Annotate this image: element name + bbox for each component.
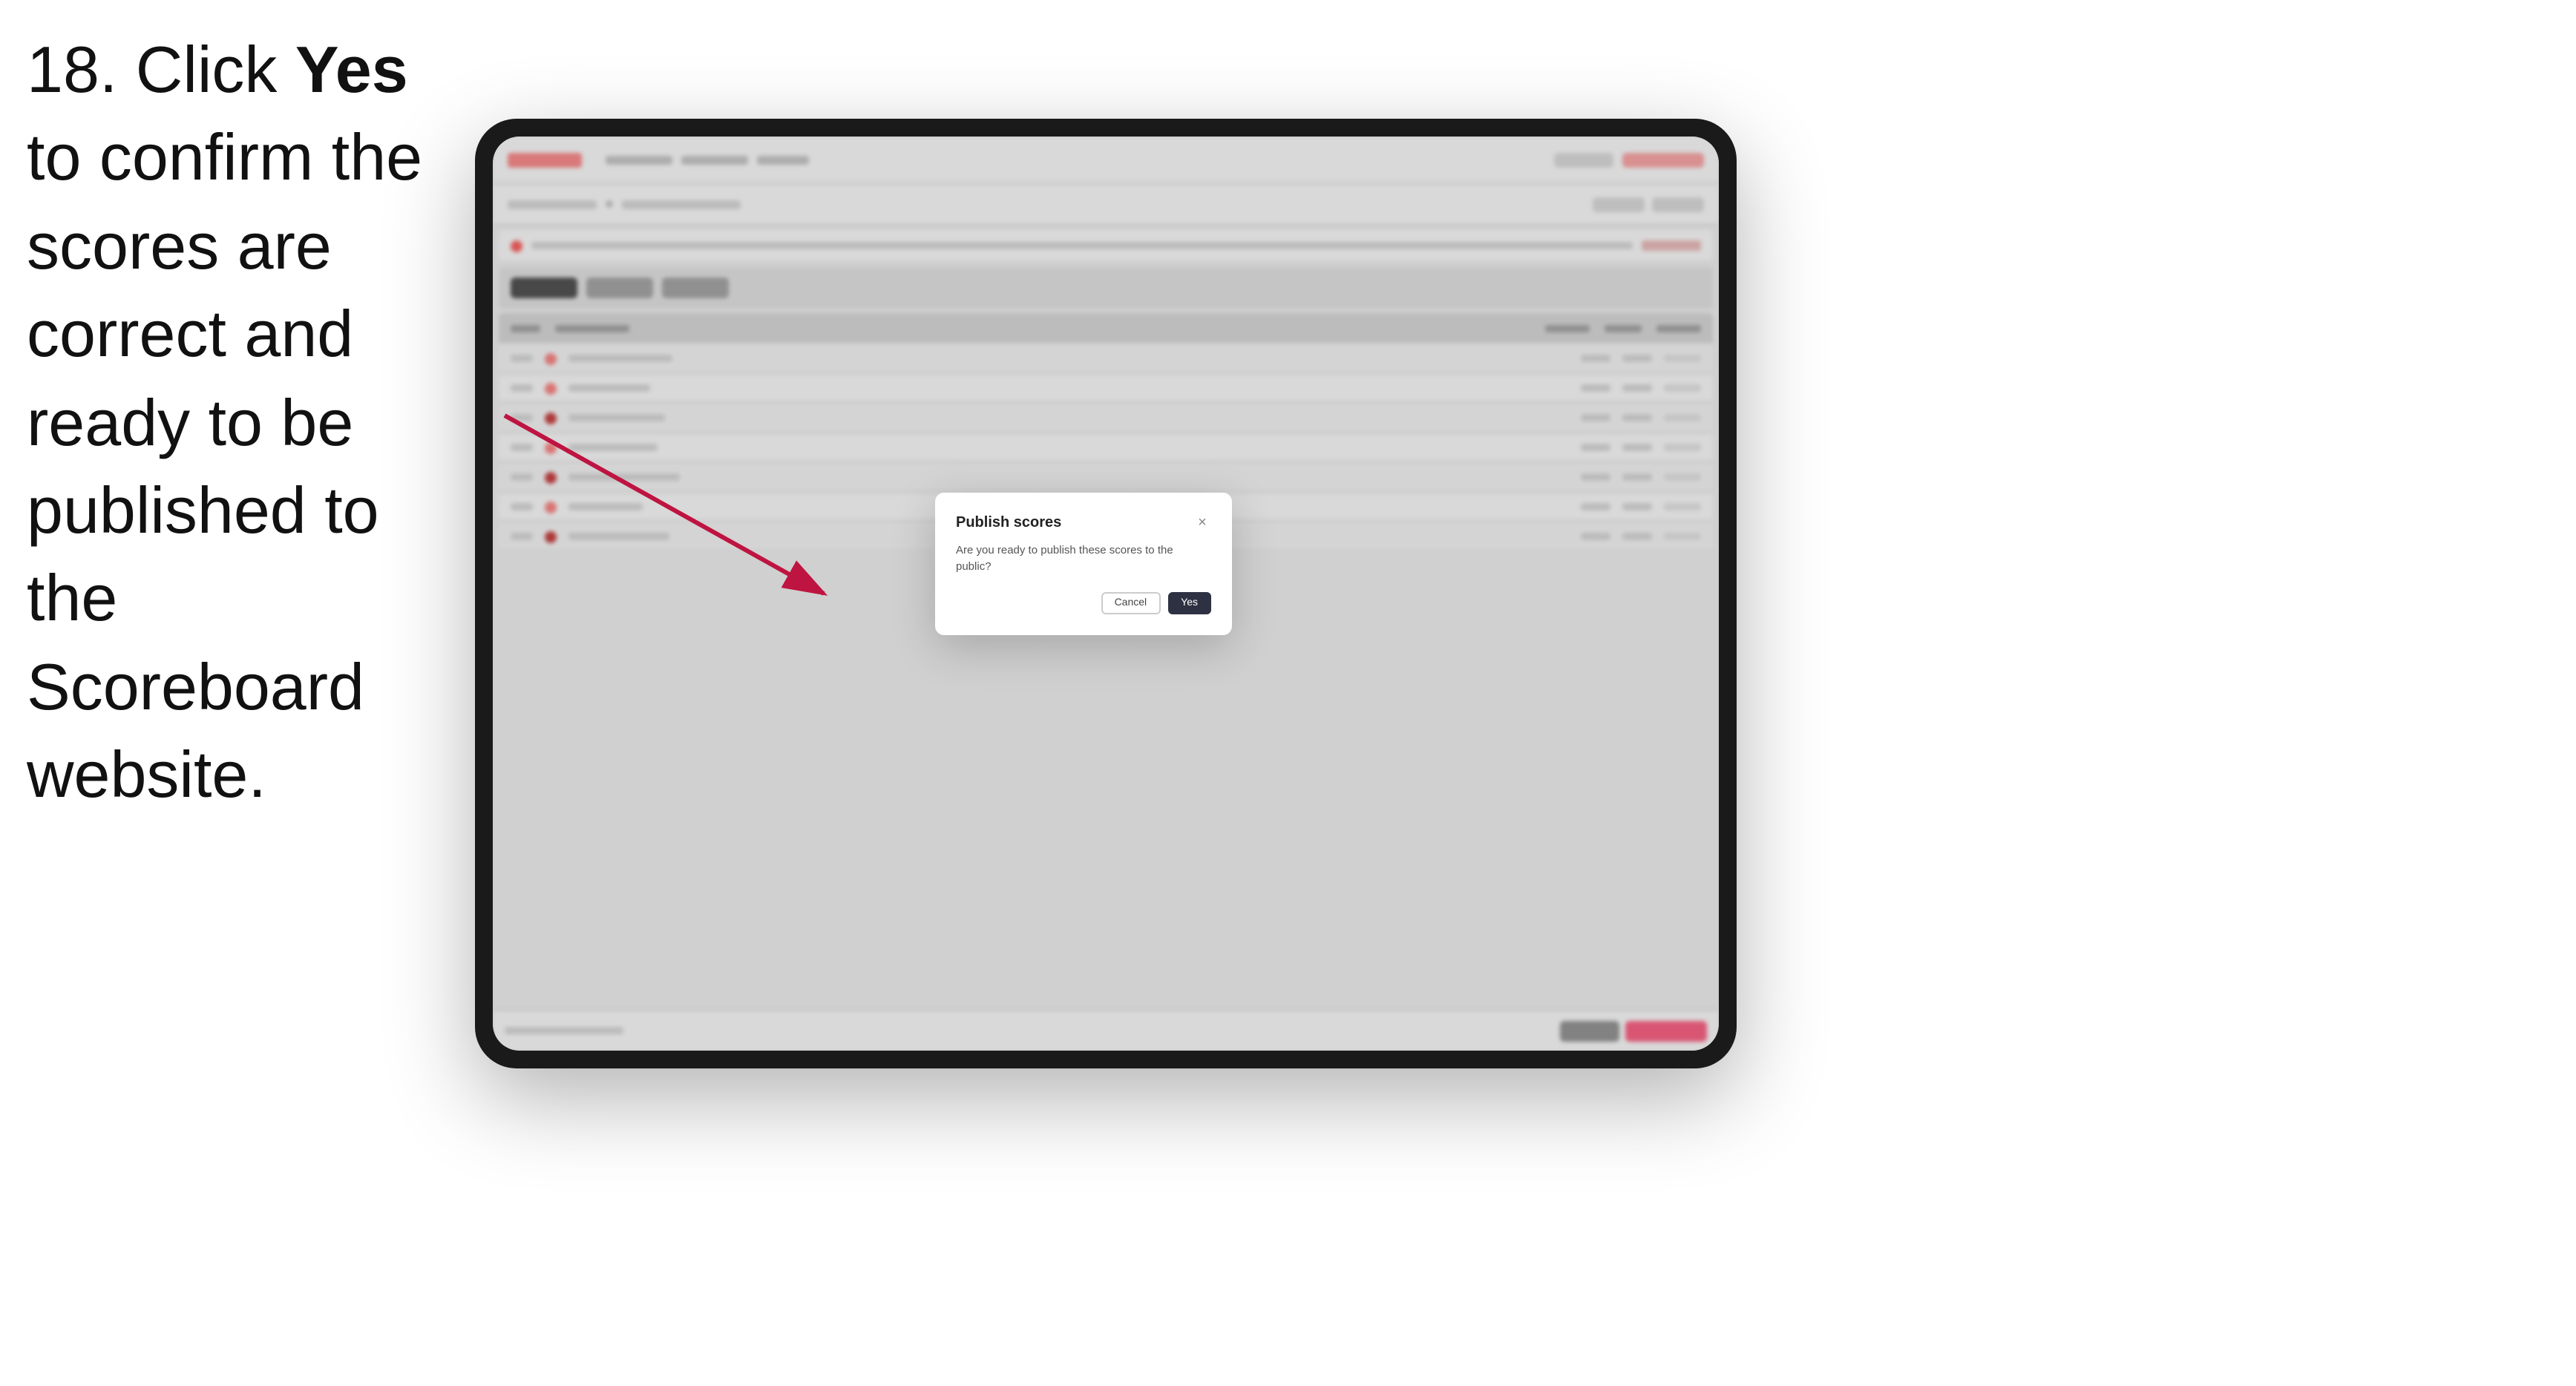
instruction-detail: to confirm the scores are correct and re… bbox=[27, 122, 422, 812]
modal-footer: Cancel Yes bbox=[956, 592, 1211, 614]
modal-title: Publish scores bbox=[956, 514, 1061, 531]
modal-body-text: Are you ready to publish these scores to… bbox=[956, 543, 1211, 574]
step-number: 18. Click bbox=[27, 34, 295, 107]
modal-header: Publish scores × bbox=[956, 513, 1211, 531]
tablet-device: Publish scores × Are you ready to publis… bbox=[475, 119, 1737, 1068]
modal-overlay: Publish scores × Are you ready to publis… bbox=[493, 137, 1719, 1051]
instruction-text: 18. Click Yes to confirm the scores are … bbox=[27, 27, 457, 820]
close-icon[interactable]: × bbox=[1193, 513, 1211, 531]
yes-button[interactable]: Yes bbox=[1167, 592, 1211, 614]
cancel-button[interactable]: Cancel bbox=[1101, 592, 1161, 614]
publish-scores-dialog: Publish scores × Are you ready to publis… bbox=[935, 493, 1232, 635]
tablet-screen: Publish scores × Are you ready to publis… bbox=[493, 137, 1719, 1051]
yes-emphasis: Yes bbox=[295, 34, 408, 107]
